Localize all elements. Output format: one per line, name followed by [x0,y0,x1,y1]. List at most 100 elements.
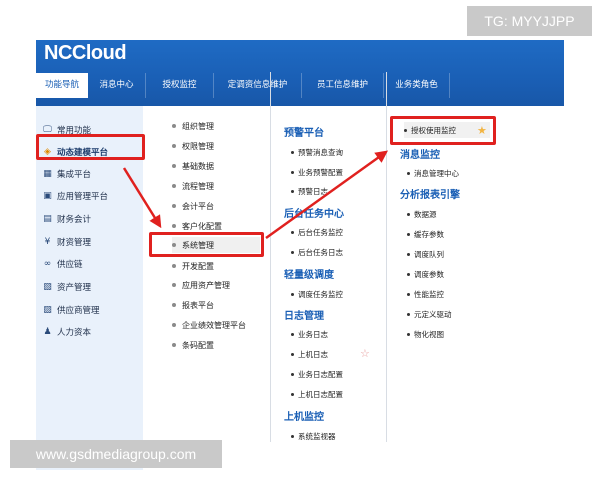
menu-item-label: 客户化配置 [182,221,222,231]
submenu-message-center[interactable]: 消息管理中心 [407,165,459,181]
app-grid-icon: ▣ [43,191,52,201]
bullet-icon [407,232,410,236]
menu-item-dev-config[interactable]: 开发配置 [172,258,214,274]
asset-icon: ▧ [43,282,52,292]
tab-auth-monitor[interactable]: 授权监控 [146,73,214,98]
bullet-icon [291,332,294,336]
highlight-box-system-management [149,232,264,257]
menu-item-label: 基础数据 [182,161,214,171]
bullet-dot-icon [172,264,176,268]
menu-item-performance[interactable]: 企业绩效管理平台 [172,317,246,333]
menu-item-label: 企业绩效管理平台 [182,320,246,330]
bullet-icon [407,171,410,175]
left-category-menu: 🖵 常用功能 ◈ 动态建模平台 ▦ 集成平台 ▣ 应用管理平台 ▤ 财务会计 ¥… [36,106,143,470]
submenu-label: 业务日志配置 [298,369,343,379]
bullet-dot-icon [172,283,176,287]
menu-item-basic-data[interactable]: 基础数据 [172,158,214,174]
section-title-lightweight-scheduling: 轻量级调度 [284,270,334,281]
submenu-label: 后台任务监控 [298,227,343,237]
left-item-finance[interactable]: ▤ 财务会计 [42,209,91,229]
section-title-alert: 预警平台 [284,128,324,139]
menu-item-accounting[interactable]: 会计平台 [172,198,214,214]
tab-message-center[interactable]: 消息中心 [88,73,146,98]
menu-item-workflow[interactable]: 流程管理 [172,178,214,194]
tab-function-nav[interactable]: 功能导航 [36,73,88,98]
submenu-label: 消息管理中心 [414,168,459,178]
submenu-metadata-driver[interactable]: 元定义驱动 [407,306,452,322]
section-title-message-monitor: 消息监控 [400,150,440,161]
supplier-icon: ▨ [43,305,52,315]
submenu-task-monitor[interactable]: 后台任务监控 [291,224,343,240]
submenu-label: 性能监控 [414,289,444,299]
left-item-human-capital[interactable]: ♟ 人力资本 [42,322,91,342]
bullet-dot-icon [172,303,176,307]
submenu-login-log-config[interactable]: 上机日志配置 [291,386,343,402]
submenu-alert-log[interactable]: 预警日志 [291,183,328,199]
submenu-label: 业务日志 [298,329,328,339]
submenu-label: 物化视图 [414,329,444,339]
submenu-alert-query[interactable]: 预警消息查询 [291,144,343,160]
section-title-login-monitor: 上机监控 [284,412,324,423]
highlight-box-dynamic-modeling [36,134,145,160]
bullet-icon [291,372,294,376]
bullet-icon [407,292,410,296]
menu-item-label: 报表平台 [182,300,214,310]
submenu-system-monitor[interactable]: 系统监视器 [291,428,336,444]
left-item-integration[interactable]: ▦ 集成平台 [42,164,91,184]
bullet-dot-icon [172,184,176,188]
menu-item-permission[interactable]: 权限管理 [172,138,214,154]
menu-item-barcode[interactable]: 条码配置 [172,337,214,353]
submenu-task-log[interactable]: 后台任务日志 [291,244,343,260]
left-item-app-management[interactable]: ▣ 应用管理平台 [42,186,108,206]
menu-item-app-assets[interactable]: 应用资产管理 [172,277,230,293]
submenu-business-log-config[interactable]: 业务日志配置 [291,366,343,382]
menu-item-org[interactable]: 组织管理 [172,118,214,134]
column-divider [270,72,271,442]
bullet-dot-icon [172,144,176,148]
watermark-top-right: TG: MYYJJPP [467,6,592,36]
left-item-supply-chain[interactable]: ∞ 供应链 [42,254,83,274]
submenu-performance-monitor[interactable]: 性能监控 [407,286,444,302]
left-item-label: 应用管理平台 [57,192,109,202]
people-icon: ♟ [43,327,52,337]
tab-business-role[interactable]: 业务类角色 [384,73,450,98]
section-title-log-management: 日志管理 [284,311,324,322]
yen-icon: ¥ [44,237,51,247]
submenu-datasource[interactable]: 数据源 [407,206,437,222]
favorite-star-icon[interactable]: ☆ [360,348,370,359]
left-item-label: 集成平台 [57,170,92,180]
left-item-label: 财务会计 [57,215,92,225]
submenu-label: 调度任务监控 [298,289,343,299]
left-item-supplier[interactable]: ▨ 供应商管理 [42,300,99,320]
submenu-login-log[interactable]: 上机日志 [291,346,328,362]
integration-icon: ▦ [43,169,52,179]
submenu-label: 后台任务日志 [298,247,343,257]
bullet-icon [291,170,294,174]
tab-salary-info[interactable]: 定调资信息维护 [214,73,302,98]
submenu-label: 上机日志配置 [298,389,343,399]
submenu-alert-config[interactable]: 业务预警配置 [291,164,343,180]
bullet-dot-icon [172,323,176,327]
left-item-treasury[interactable]: ¥ 财资管理 [42,232,91,252]
submenu-label: 预警日志 [298,186,328,196]
left-item-label: 财资管理 [57,238,92,248]
submenu-cache-params[interactable]: 缓存参数 [407,226,444,242]
bullet-icon [291,434,294,438]
column-divider [386,72,387,442]
bullet-dot-icon [172,224,176,228]
submenu-materialized-view[interactable]: 物化视图 [407,326,444,342]
bullet-dot-icon [172,164,176,168]
left-item-assets[interactable]: ▧ 资产管理 [42,277,91,297]
bullet-dot-icon [172,204,176,208]
highlight-box-auth-usage-monitor [390,116,496,145]
submenu-schedule-queue[interactable]: 调度队列 [407,246,444,262]
ledger-icon: ▤ [43,214,52,224]
submenu-business-log[interactable]: 业务日志 [291,326,328,342]
submenu-label: 元定义驱动 [414,309,452,319]
submenu-label: 缓存参数 [414,229,444,239]
bullet-icon [407,332,410,336]
submenu-schedule-monitor[interactable]: 调度任务监控 [291,286,343,302]
menu-item-report[interactable]: 报表平台 [172,297,214,313]
submenu-schedule-params[interactable]: 调度参数 [407,266,444,282]
tab-employee-info[interactable]: 员工信息维护 [302,73,384,98]
